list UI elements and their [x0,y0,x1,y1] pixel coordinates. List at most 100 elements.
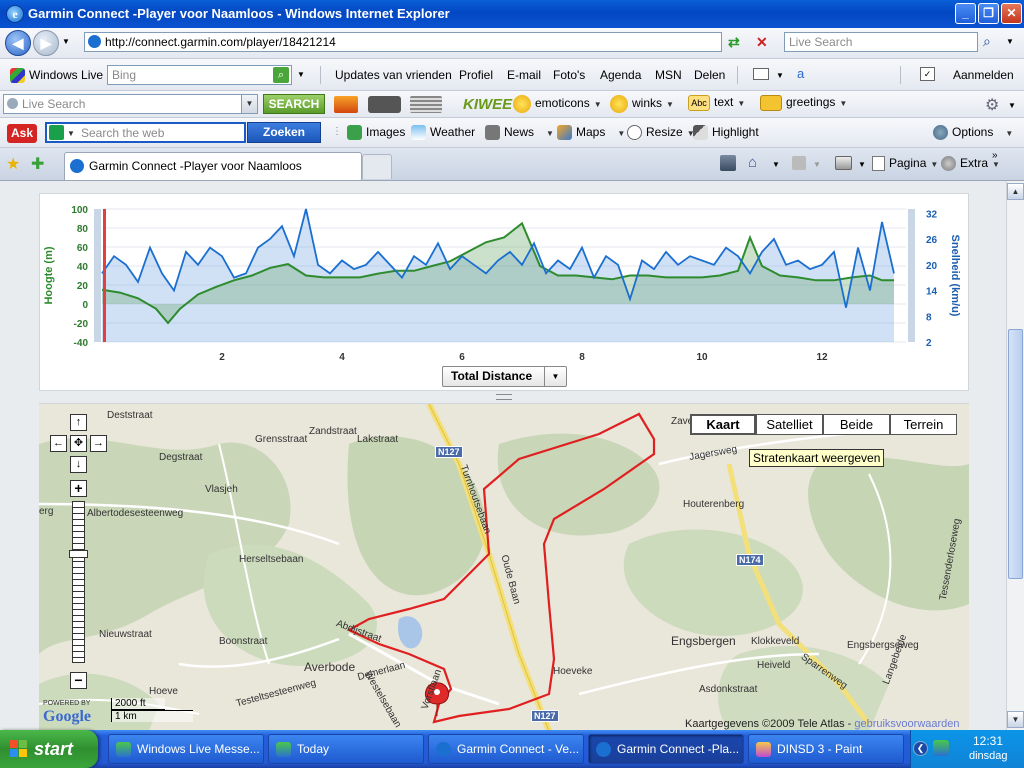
chevron-down-icon[interactable]: ▼ [62,37,70,46]
bing-search-input[interactable]: Bing ⌕ [107,65,292,85]
task-paint[interactable]: DINSD 3 - Paint [748,734,904,764]
pan-center-icon[interactable]: ✥ [70,435,87,452]
extra-menu[interactable]: Extra ▼ [941,156,1000,172]
wl-link-fotos[interactable]: Foto's [553,68,585,82]
pan-down-icon[interactable]: ↓ [70,456,87,473]
ask-weather[interactable]: Weather [411,125,475,141]
live-search-toolbar-input[interactable]: Live Search ▼ [3,94,258,114]
messenger-tray-icon[interactable] [933,740,949,756]
windows-live-brand[interactable]: Windows Live [10,68,103,84]
add-favorite-icon[interactable]: ✚ [31,154,44,174]
chevron-down-icon[interactable]: ▼ [772,160,780,169]
emoticons-menu[interactable]: emoticons ▼ [513,95,602,113]
ask-news[interactable]: News ▼ [485,125,554,141]
tab-garmin-player[interactable]: Garmin Connect -Player voor Naamloos [64,152,362,180]
zoom-out-icon[interactable]: − [70,672,87,689]
chevron-down-icon[interactable]: ▼ [1008,101,1016,110]
close-button[interactable]: ✕ [1001,3,1022,24]
new-tab-button[interactable] [362,154,392,179]
refresh-icon[interactable]: ⇄ [728,34,748,52]
xaxis-select[interactable]: Total Distance ▼ [442,366,567,387]
forward-button[interactable]: ▶ [33,30,59,56]
ask-images[interactable]: Images [347,125,405,141]
wl-link-delen[interactable]: Delen [694,68,725,82]
map-type-terrein[interactable]: Terrein [890,414,957,435]
task-garmin-connect-pla[interactable]: Garmin Connect -Pla... [588,734,744,764]
camera-icon[interactable] [368,96,401,113]
scroll-thumb[interactable] [1008,329,1023,579]
gear-icon [933,125,948,141]
kiwee-logo[interactable]: KIWEE [463,96,512,113]
clock-time[interactable]: 12:31 [973,734,1003,748]
stop-icon[interactable]: ✕ [756,34,774,52]
ask-options[interactable]: Options ▼ [933,125,1013,141]
page-menu[interactable]: Pagina ▼ [872,156,938,172]
terms-link[interactable]: gebruiksvoorwaarden [854,718,959,730]
edit-icon[interactable]: ✓ [920,67,935,81]
ask-maps[interactable]: Maps ▼ [557,125,625,141]
ask-highlight[interactable]: Highlight [693,125,759,141]
google-logo[interactable]: Google [43,708,91,726]
map-type-kaart[interactable]: Kaart [690,414,756,435]
search-icon[interactable]: ⌕ [983,33,991,50]
chevron-down-icon[interactable]: ▼ [297,70,305,79]
wl-link-profiel[interactable]: Profiel [459,68,493,82]
map-panel[interactable]: Deststraat Degstraat Grensstraat Zandstr… [39,403,969,730]
favorites-star-icon[interactable]: ★ [6,154,20,174]
news-icon[interactable] [410,96,442,113]
pan-left-icon[interactable]: ← [50,435,67,452]
search-icon[interactable]: ⌕ [273,67,289,83]
panel-splitter[interactable] [496,394,512,400]
back-button[interactable]: ◀ [5,30,31,56]
palm-icon[interactable] [334,96,358,113]
task-garmin-connect-ve[interactable]: Garmin Connect - Ve... [428,734,584,764]
greetings-menu[interactable]: greetings ▼ [760,95,847,111]
scroll-down-button[interactable]: ▼ [1007,711,1024,728]
chevron-down-icon[interactable]: ▼ [813,160,821,169]
tray-expand-icon[interactable]: ❮ [913,741,928,756]
left-tick-label: 0 [82,300,88,311]
wl-link-email[interactable]: E-mail [507,68,541,82]
gear-icon[interactable]: ⚙ [985,95,999,115]
maximize-button[interactable]: ❐ [978,3,999,24]
map-type-satelliet[interactable]: Satelliet [756,414,823,435]
scroll-up-button[interactable]: ▲ [1007,183,1024,200]
feeds-home-icon[interactable] [720,155,736,171]
elevation-speed-chart[interactable]: 100 80 60 40 20 0 -20 -40 32 26 20 14 8 2 2 4 6 8 10 12 Hoog… [40,194,970,392]
start-button[interactable]: start [0,730,98,768]
wl-link-updates[interactable]: Updates van vrienden [335,68,452,82]
pan-up-icon[interactable]: ↑ [70,414,87,431]
window-icon[interactable] [753,68,769,80]
text-menu[interactable]: Abc text ▼ [688,95,745,111]
zoom-in-icon[interactable]: + [70,480,87,497]
translate-icon[interactable]: a [797,66,804,81]
minimize-button[interactable]: _ [955,3,976,24]
search-button[interactable]: SEARCH [263,94,325,114]
home-icon[interactable]: ⌂ [748,154,757,171]
print-icon[interactable] [835,156,852,170]
search-options-icon[interactable]: ▼ [1006,37,1014,46]
ask-resize[interactable]: Resize ▼ [627,125,695,141]
pan-right-icon[interactable]: → [90,435,107,452]
task-windows-live-messenger[interactable]: Windows Live Messe... [108,734,264,764]
rss-icon[interactable] [792,156,806,170]
ask-search-input[interactable]: ▼ Search the web [45,122,246,143]
signin-link[interactable]: Aanmelden [953,68,1014,82]
chevron-down-icon[interactable]: ▼ [776,71,784,80]
vertical-scrollbar[interactable]: ▲ ▼ [1006,181,1024,730]
url-field[interactable]: http://connect.garmin.com/player/1842121… [84,32,722,52]
zoeken-button[interactable]: Zoeken [247,122,321,143]
map-label-grensstraat: Grensstraat [255,434,308,445]
chevron-down-icon[interactable]: ▼ [67,125,75,141]
wl-link-agenda[interactable]: Agenda [600,68,641,82]
winks-menu[interactable]: winks ▼ [610,95,674,113]
zoom-slider-track[interactable] [72,501,85,663]
map-type-beide[interactable]: Beide [823,414,890,435]
live-search-input[interactable]: Live Search [784,32,978,52]
wl-link-msn[interactable]: MSN [655,68,682,82]
ask-logo[interactable]: Ask [7,124,37,143]
task-today[interactable]: Today [268,734,424,764]
chevron-down-icon[interactable]: ▼ [241,95,257,113]
zoom-slider-handle[interactable] [69,550,88,558]
chevron-down-icon[interactable]: ▼ [858,160,866,169]
